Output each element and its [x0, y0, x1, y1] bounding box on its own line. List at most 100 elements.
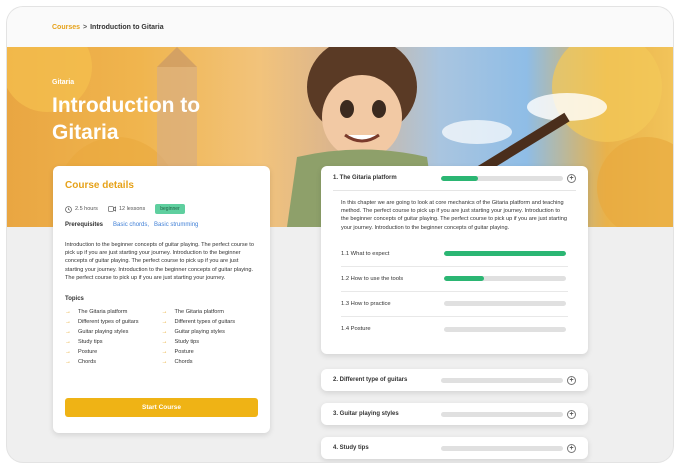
course-meta: 2.5 hours 12 lessons beginner — [65, 204, 258, 214]
chapter-title: 1. The Gitaria platform — [333, 175, 397, 181]
hero-subtitle: Gitaria — [52, 79, 75, 86]
lesson-title: 1.3 How to practice — [341, 300, 391, 307]
page-title: Introduction to Gitaria — [52, 94, 201, 144]
course-description: Introduction to the beginner concepts of… — [65, 242, 254, 281]
duration-label: 2.5 hours — [75, 206, 98, 212]
prerequisite-link[interactable]: Basic strumming — [154, 222, 198, 228]
lesson-progress-bar — [444, 276, 566, 282]
plus-circle-icon[interactable]: + — [567, 173, 576, 183]
arrow-right-icon: → — [161, 319, 168, 326]
arrow-right-icon: → — [65, 339, 71, 346]
lessons-count: 12 lessons — [107, 206, 146, 212]
topic-item: → Posture — [162, 347, 259, 357]
arrow-right-icon: → — [161, 309, 168, 316]
lesson-title: 1.4 Posture — [341, 326, 371, 333]
breadcrumb-separator: > — [83, 23, 88, 31]
course-details-heading: Course details — [65, 180, 134, 191]
chapter-accordion-1: 1. The Gitaria platform + In this chapte… — [321, 166, 588, 354]
topic-label: Chords — [78, 359, 97, 366]
chapter-header-4[interactable]: 4. Study tips + — [321, 437, 588, 459]
topics-column-left: → The Gitaria platform → Different types o… — [65, 307, 162, 367]
topics-heading: Topics — [65, 296, 84, 303]
topic-item: → Posture — [65, 347, 162, 357]
topic-label: Guitar playing styles — [174, 329, 225, 336]
lesson-list: 1.1 What to expect 1.2 How to use the to… — [341, 242, 568, 342]
chapter-description: In this chapter we are going to look at … — [341, 200, 567, 231]
chapter-accordion-2[interactable]: 2. Different type of guitars + — [321, 369, 588, 391]
topic-item: → Guitar playing styles — [65, 327, 162, 337]
chapter-title: 4. Study tips — [333, 445, 369, 451]
chapter-accordion-4[interactable]: 4. Study tips + — [321, 437, 588, 459]
chapter-title: 2. Different type of guitars — [333, 377, 408, 383]
breadcrumb: Courses > Introduction to Gitaria — [7, 7, 673, 47]
app-frame: Courses > Introduction to Gitaria Gitari… — [7, 7, 673, 462]
topic-label: Guitar playing styles — [78, 329, 129, 336]
topic-item: → Chords — [162, 357, 259, 367]
prerequisite-link[interactable]: Basic chords, — [113, 222, 149, 228]
topic-label: Chords — [174, 359, 193, 366]
course-details-card: Course details 2.5 hours 12 lessons begi… — [53, 166, 270, 433]
lessons-count-label: 12 lessons — [118, 206, 146, 212]
topic-item: → Study tips — [162, 337, 259, 347]
progress-fill — [444, 276, 485, 282]
lesson-progress-bar — [444, 326, 566, 332]
arrow-right-icon: → — [161, 349, 168, 356]
lesson-title: 1.2 How to use the tools — [341, 275, 404, 282]
plus-circle-icon[interactable]: + — [567, 409, 576, 419]
prerequisites: Prerequisites Basic chords, Basic strumm… — [65, 222, 258, 228]
topic-item: → Different types of guitars — [65, 317, 162, 327]
topic-label: Study tips — [174, 339, 200, 346]
arrow-right-icon: → — [65, 359, 71, 366]
chapter-progress-bar — [441, 411, 563, 417]
breadcrumb-current: Introduction to Gitaria — [90, 23, 164, 31]
progress-fill — [444, 251, 566, 257]
lesson-item[interactable]: 1.1 What to expect — [341, 242, 568, 267]
chapter-progress-bar — [441, 445, 563, 451]
topics-column-right: → The Gitaria platform → Different types o… — [162, 307, 259, 367]
lesson-item[interactable]: 1.4 Posture — [341, 317, 568, 342]
clock-icon — [65, 205, 72, 213]
topic-item: → Study tips — [65, 337, 162, 347]
progress-fill — [441, 175, 478, 181]
prerequisites-label: Prerequisites — [65, 222, 104, 228]
start-course-button[interactable]: Start Course — [65, 398, 258, 417]
chapter-title: 3. Guitar playing styles — [333, 411, 399, 417]
video-icon — [107, 206, 116, 212]
arrow-right-icon: → — [65, 309, 71, 316]
topic-item: → The Gitaria platform — [65, 307, 162, 317]
topic-label: The Gitaria platform — [174, 309, 224, 316]
duration: 2.5 hours — [65, 205, 98, 213]
chapter-accordion-3[interactable]: 3. Guitar playing styles + — [321, 403, 588, 425]
topic-item: → Chords — [65, 357, 162, 367]
topic-item: → The Gitaria platform — [162, 307, 259, 317]
arrow-right-icon: → — [161, 359, 168, 366]
topic-item: → Different types of guitars — [162, 317, 259, 327]
lesson-item[interactable]: 1.2 How to use the tools — [341, 267, 568, 292]
chapter-progress-bar — [441, 175, 563, 181]
chapter-header-1[interactable]: 1. The Gitaria platform + — [321, 166, 588, 190]
plus-circle-icon[interactable]: + — [567, 443, 576, 453]
breadcrumb-courses-link[interactable]: Courses — [52, 24, 80, 31]
level-badge: beginner — [155, 204, 185, 214]
lesson-title: 1.1 What to expect — [341, 250, 390, 257]
topic-label: Study tips — [78, 339, 103, 346]
lesson-item[interactable]: 1.3 How to practice — [341, 292, 568, 317]
arrow-right-icon: → — [161, 329, 168, 336]
topic-item: → Guitar playing styles — [162, 327, 259, 337]
chapter-header-3[interactable]: 3. Guitar playing styles + — [321, 403, 588, 425]
lesson-progress-bar — [444, 301, 566, 307]
plus-circle-icon[interactable]: + — [567, 375, 576, 385]
arrow-right-icon: → — [65, 319, 71, 326]
topics-list: → The Gitaria platform → Different types o… — [65, 307, 258, 367]
topic-label: Posture — [78, 349, 98, 356]
topic-label: Different types of guitars — [78, 319, 139, 326]
lesson-progress-bar — [444, 251, 566, 257]
arrow-right-icon: → — [65, 329, 71, 336]
arrow-right-icon: → — [65, 349, 71, 356]
topic-label: Posture — [174, 349, 194, 356]
chapter-progress-bar — [441, 377, 563, 383]
topic-label: The Gitaria platform — [78, 309, 128, 316]
arrow-right-icon: → — [161, 339, 168, 346]
topic-label: Different types of guitars — [174, 319, 236, 326]
chapter-header-2[interactable]: 2. Different type of guitars + — [321, 369, 588, 391]
